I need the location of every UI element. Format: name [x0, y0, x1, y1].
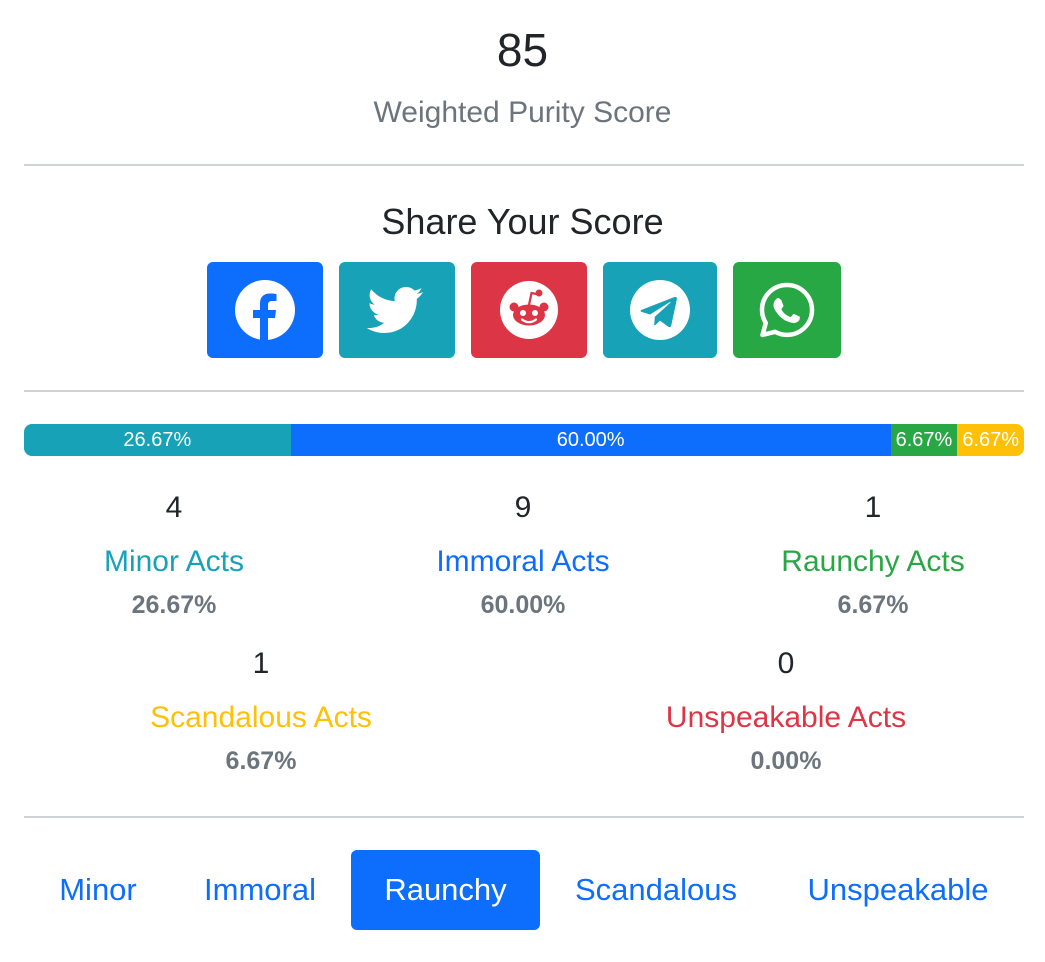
share-telegram-button[interactable]	[603, 262, 717, 358]
stat-unspeakable: 0 Unspeakable Acts 0.00%	[636, 646, 936, 776]
divider	[24, 816, 1024, 818]
purity-score-value: 85	[496, 24, 549, 76]
tab-scandalous[interactable]: Scandalous	[555, 850, 757, 930]
stat-percent: 6.67%	[837, 591, 909, 619]
share-facebook-button[interactable]	[207, 262, 323, 358]
stat-percent: 6.67%	[225, 747, 297, 775]
tab-unspeakable[interactable]: Unspeakable	[785, 850, 1011, 930]
progress-segment-raunchy: 6.67%	[890, 424, 958, 456]
twitter-icon	[366, 287, 423, 333]
share-reddit-button[interactable]	[471, 262, 587, 358]
stat-label: Scandalous Acts	[150, 701, 372, 734]
stat-count: 9	[514, 491, 532, 524]
acts-progress-bar: 26.67% 60.00% 6.67% 6.67%	[24, 424, 1024, 456]
progress-segment-scandalous: 6.67%	[957, 424, 1024, 456]
progress-segment-immoral: 60.00%	[290, 424, 891, 456]
telegram-icon	[630, 280, 690, 340]
stat-label: Minor Acts	[103, 545, 245, 578]
whatsapp-icon	[759, 282, 815, 338]
stat-percent: 60.00%	[480, 591, 566, 619]
reddit-icon	[500, 281, 558, 339]
share-whatsapp-button[interactable]	[733, 262, 841, 358]
facebook-icon	[235, 280, 295, 340]
divider	[24, 164, 1024, 166]
progress-segment-minor: 26.67%	[24, 424, 291, 456]
stat-label: Unspeakable Acts	[665, 701, 907, 734]
stat-label: Raunchy Acts	[781, 545, 965, 578]
tab-raunchy[interactable]: Raunchy	[351, 850, 540, 930]
stat-count: 1	[864, 491, 882, 524]
stat-immoral: 9 Immoral Acts 60.00%	[373, 490, 673, 620]
tab-immoral[interactable]: Immoral	[185, 850, 335, 930]
share-twitter-button[interactable]	[339, 262, 455, 358]
stat-minor: 4 Minor Acts 26.67%	[24, 490, 324, 620]
stat-percent: 0.00%	[750, 747, 822, 775]
stat-percent: 26.67%	[131, 591, 217, 619]
stat-raunchy: 1 Raunchy Acts 6.67%	[723, 490, 1023, 620]
stat-count: 4	[165, 491, 183, 524]
stat-scandalous: 1 Scandalous Acts 6.67%	[111, 646, 411, 776]
stat-count: 1	[252, 647, 270, 680]
stat-label: Immoral Acts	[436, 545, 610, 578]
purity-score-label: Weighted Purity Score	[373, 96, 672, 129]
share-title: Share Your Score	[381, 201, 664, 242]
stat-count: 0	[777, 647, 795, 680]
tab-minor[interactable]: Minor	[40, 850, 156, 930]
divider	[24, 390, 1024, 392]
